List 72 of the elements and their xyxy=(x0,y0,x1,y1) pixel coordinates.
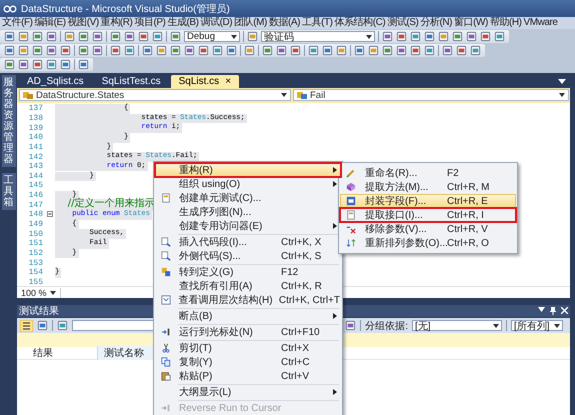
type-dropdown[interactable]: DataStructure.States xyxy=(19,89,291,101)
line-number: 142 xyxy=(28,152,44,162)
line-number: 146 xyxy=(28,191,44,200)
menu-item[interactable]: 工具(T) xyxy=(302,17,333,29)
line-number: 145 xyxy=(28,181,44,190)
menu-item[interactable]: 重构(R) xyxy=(155,163,341,177)
document-tab[interactable]: SqList.cs × xyxy=(170,75,240,88)
menu-item[interactable]: 文件(F) xyxy=(2,17,33,29)
menu-item[interactable]: 调试(D) xyxy=(200,17,232,29)
menu-item[interactable]: 测试(S) xyxy=(387,17,418,29)
menu-item[interactable]: 团队(M) xyxy=(234,17,267,29)
line-number: 154 xyxy=(28,268,44,278)
group-by-label: 分组依据: xyxy=(365,320,408,332)
menu-item[interactable]: 帮助(H) xyxy=(490,17,522,29)
columns-dropdown[interactable]: [所有列] xyxy=(511,320,563,331)
menu-item[interactable]: 项目(P) xyxy=(134,17,166,29)
find-dropdown[interactable]: 验证码 xyxy=(261,31,375,42)
menu-item[interactable]: 封装字段(F)... Ctrl+R, E xyxy=(340,194,516,208)
side-tab[interactable]: 服务器资源管理器 xyxy=(2,75,16,167)
menu-item[interactable]: 数据(A) xyxy=(268,17,300,29)
menu-item[interactable]: 生成序列图(N)... xyxy=(155,205,341,219)
line-number: 144 xyxy=(28,172,44,181)
menu-item[interactable]: 提取接口(I)... Ctrl+R, I xyxy=(340,208,516,222)
panel-title: 测试结果 xyxy=(19,304,59,318)
configuration-dropdown[interactable]: Debug xyxy=(184,31,240,42)
line-number: 155 xyxy=(28,278,44,286)
menu-item[interactable]: 移除参数(V)... Ctrl+R, V xyxy=(340,222,516,236)
menu-item[interactable]: 重命名(R)... F2 xyxy=(340,166,516,180)
side-tab[interactable]: 工具箱 xyxy=(2,173,16,210)
menu-item[interactable]: 视图(V) xyxy=(68,17,99,29)
menu-item[interactable]: 窗口(W) xyxy=(454,17,488,29)
window-title: DataStructure - Microsoft Visual Studio(管理员) xyxy=(21,2,230,16)
line-number: 152 xyxy=(28,248,44,258)
menu-item[interactable]: VMware xyxy=(524,17,558,29)
line-number: 141 xyxy=(28,142,44,152)
group-by-dropdown[interactable]: [无] xyxy=(412,320,502,331)
menu-item[interactable]: 创建专用访问器(E) xyxy=(155,219,341,233)
menu-item[interactable]: 大纲显示(L) xyxy=(155,385,341,399)
menu-item[interactable]: 创建单元测试(C)... xyxy=(155,191,341,205)
line-number: 143 xyxy=(28,162,44,172)
menu-item[interactable]: 转到定义(G) F12 xyxy=(155,265,341,279)
line-number: 150 xyxy=(28,230,44,239)
menu-item[interactable]: 体系结构(C) xyxy=(334,17,386,29)
member-dropdown[interactable]: Fail xyxy=(293,89,569,101)
close-icon[interactable]: × xyxy=(225,76,232,87)
document-tab[interactable]: SqListTest.cs xyxy=(94,75,169,88)
line-number: 140 xyxy=(28,133,44,142)
menu-item[interactable]: 提取方法(M)... Ctrl+R, M xyxy=(340,180,516,194)
menu-item[interactable]: 重新排列参数(O)...Ctrl+R, O xyxy=(340,236,516,250)
menu-item[interactable]: 重构(R) xyxy=(100,17,132,29)
menu-item[interactable]: 断点(B) xyxy=(155,309,341,323)
menu-item[interactable]: 组织 using(O) xyxy=(155,177,341,191)
column-header[interactable]: 结果 xyxy=(27,346,97,360)
menu-item[interactable]: 分析(N) xyxy=(420,17,452,29)
menu-item[interactable]: 编辑(E) xyxy=(34,17,66,29)
menu-item[interactable]: 插入代码段(I)... Ctrl+K, X xyxy=(155,235,341,249)
menu-item[interactable]: 粘贴(P) Ctrl+V xyxy=(155,369,341,383)
line-number: 153 xyxy=(28,258,44,268)
line-number: 137 xyxy=(28,104,44,114)
menu-item[interactable]: 查看调用层次结构(H) Ctrl+K, Ctrl+T xyxy=(155,293,341,307)
menu-item[interactable]: 查找所有引用(A) Ctrl+K, R xyxy=(155,279,341,293)
line-number: 139 xyxy=(28,124,44,133)
line-number: 138 xyxy=(28,114,44,123)
zoom-dropdown[interactable]: 100 % xyxy=(17,288,61,298)
line-number: 148 xyxy=(28,210,44,220)
line-number: 151 xyxy=(28,239,44,248)
document-tab[interactable]: AD_Sqlist.cs xyxy=(19,75,92,88)
menu-item[interactable]: 生成(B) xyxy=(167,17,199,29)
menu-item[interactable]: 运行到光标处(N) Ctrl+F10 xyxy=(155,325,341,339)
line-number: 149 xyxy=(28,220,44,229)
line-number: 147 xyxy=(28,200,44,210)
menu-item[interactable]: 外侧代码(S)... Ctrl+K, S xyxy=(155,249,341,263)
